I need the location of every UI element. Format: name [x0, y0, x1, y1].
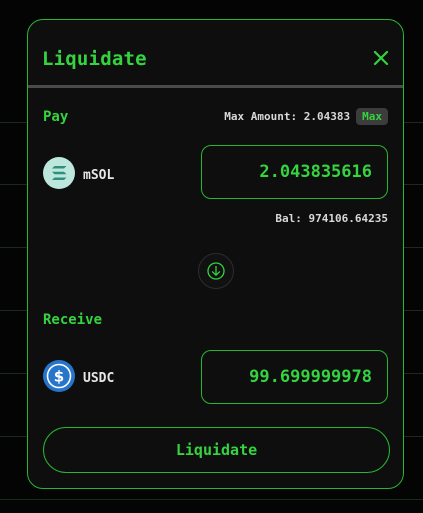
- pay-amount-field[interactable]: 2.043835616: [201, 145, 388, 199]
- max-amount-row: Max Amount: 2.04383 Max: [224, 108, 388, 125]
- usdc-logo-icon: $: [43, 360, 75, 396]
- receive-token-name: USDC: [83, 370, 115, 386]
- receive-token: $ USDC: [43, 360, 114, 396]
- modal-title: Liquidate: [42, 48, 147, 70]
- max-button[interactable]: Max: [356, 108, 388, 125]
- arrow-down-icon: [207, 262, 225, 280]
- pay-label: Pay: [43, 109, 69, 125]
- max-amount-text: Max Amount: 2.04383: [224, 110, 351, 123]
- liquidate-modal: Liquidate Pay Max Amount: 2.04383 Max mS…: [27, 19, 404, 489]
- receive-amount-field[interactable]: 99.699999978: [201, 350, 388, 404]
- balance-text: Bal: 974106.64235: [275, 212, 388, 225]
- header-divider: [28, 85, 403, 88]
- pay-token: mSOL: [43, 157, 114, 193]
- receive-label: Receive: [43, 312, 103, 328]
- swap-direction-button[interactable]: [198, 253, 234, 289]
- svg-text:$: $: [54, 368, 64, 386]
- background-row-divider: [0, 499, 423, 500]
- msol-logo-icon: [43, 157, 75, 193]
- close-icon[interactable]: [369, 46, 393, 70]
- pay-token-name: mSOL: [83, 167, 115, 183]
- liquidate-button[interactable]: Liquidate: [43, 427, 390, 473]
